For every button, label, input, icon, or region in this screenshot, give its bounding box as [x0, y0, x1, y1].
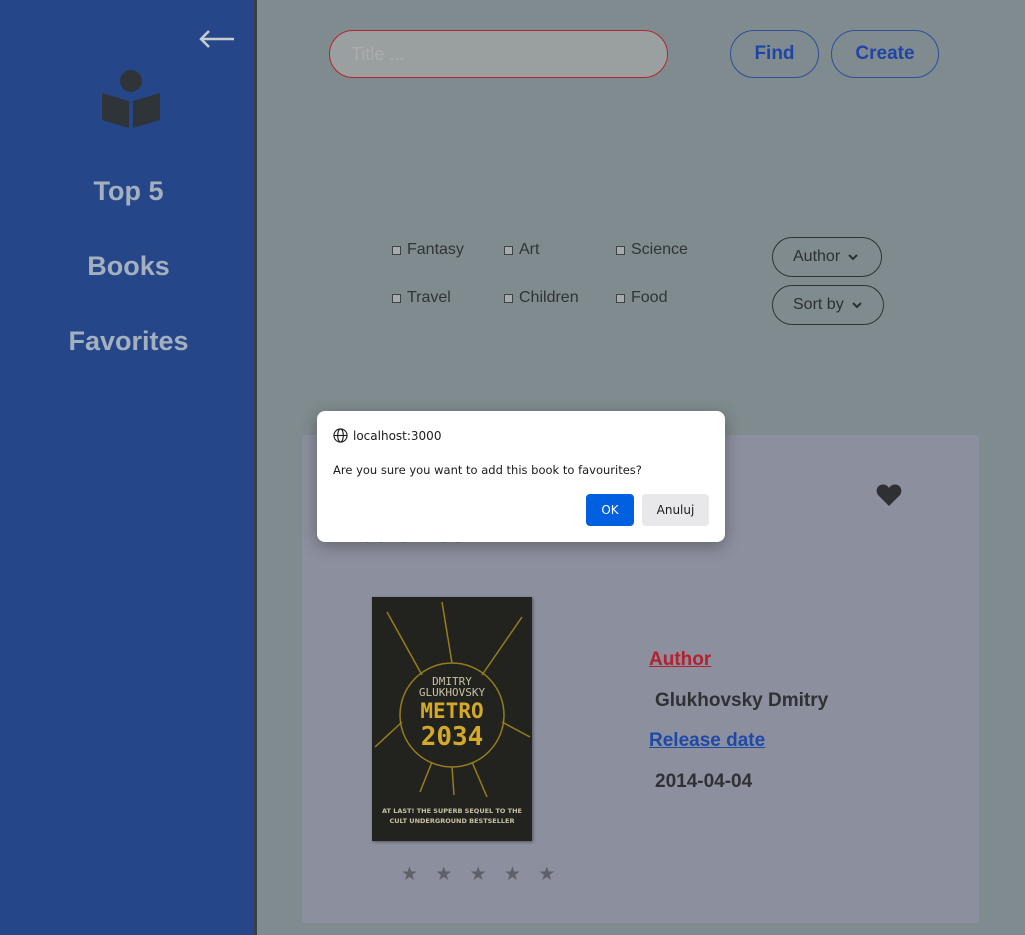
nav-favorites[interactable]: Favorites [0, 326, 257, 357]
sidebar: Top 5 Books Favorites [0, 0, 257, 935]
globe-icon [333, 428, 348, 443]
filter-fantasy[interactable]: Fantasy [392, 241, 464, 259]
title-search-input[interactable] [329, 30, 668, 78]
cancel-button[interactable]: Anuluj [642, 494, 709, 526]
author-value: Glukhovsky Dmitry [655, 690, 829, 711]
filter-children[interactable]: Children [504, 289, 579, 307]
filter-food[interactable]: Food [616, 289, 667, 307]
chevron-down-icon [851, 302, 862, 309]
author-label[interactable]: Author [649, 649, 711, 671]
filter-label: Travel [407, 289, 451, 306]
checkbox[interactable] [392, 245, 401, 255]
release-date-value: 2014-04-04 [655, 771, 753, 792]
checkbox[interactable] [504, 293, 513, 303]
cover-tagline1: AT LAST! THE SUPERB SEQUEL TO THE [382, 807, 522, 815]
cover-title-line1: METRO [420, 699, 483, 723]
heart-favorite-icon[interactable] [876, 483, 902, 507]
find-button[interactable]: Find [730, 30, 819, 78]
cover-author-line2: GLUKHOVSKY [419, 686, 486, 699]
rating-stars[interactable]: ★ ★ ★ ★ ★ [401, 863, 561, 886]
checkbox[interactable] [616, 293, 625, 303]
chevron-down-icon [848, 254, 858, 261]
cover-tagline2: CULT UNDERGROUND BESTSELLER [390, 817, 515, 825]
dialog-origin-text: localhost:3000 [353, 428, 442, 443]
reading-book-logo-icon [102, 70, 160, 128]
cover-art: DMITRY GLUKHOVSKY METRO 2034 AT LAST! TH… [372, 597, 532, 841]
release-date-label[interactable]: Release date [649, 730, 765, 752]
filter-art[interactable]: Art [504, 241, 539, 259]
back-arrow-icon[interactable] [198, 25, 236, 53]
author-dropdown[interactable]: Author [772, 237, 882, 277]
dropdown-label: Sort by [793, 296, 844, 313]
filter-label: Art [519, 241, 540, 258]
filter-label: Fantasy [407, 241, 464, 258]
filter-science[interactable]: Science [616, 241, 688, 259]
filter-label: Science [631, 241, 688, 258]
dropdown-label: Author [793, 248, 841, 265]
ok-button[interactable]: OK [586, 494, 634, 526]
filter-label: Food [631, 289, 668, 306]
dialog-message: Are you sure you want to add this book t… [333, 463, 642, 477]
checkbox[interactable] [504, 245, 513, 255]
filter-label: Children [519, 289, 579, 306]
nav-books[interactable]: Books [0, 251, 257, 282]
checkbox[interactable] [616, 245, 625, 255]
dialog-origin: localhost:3000 [333, 428, 441, 443]
sort-dropdown[interactable]: Sort by [772, 285, 884, 325]
book-cover-image: DMITRY GLUKHOVSKY METRO 2034 AT LAST! TH… [372, 597, 532, 841]
confirm-dialog: localhost:3000 Are you sure you want to … [317, 411, 725, 542]
checkbox[interactable] [392, 293, 401, 303]
create-button[interactable]: Create [831, 30, 939, 78]
cover-title-line2: 2034 [421, 722, 484, 752]
filter-travel[interactable]: Travel [392, 289, 451, 307]
nav-top5[interactable]: Top 5 [0, 176, 257, 207]
